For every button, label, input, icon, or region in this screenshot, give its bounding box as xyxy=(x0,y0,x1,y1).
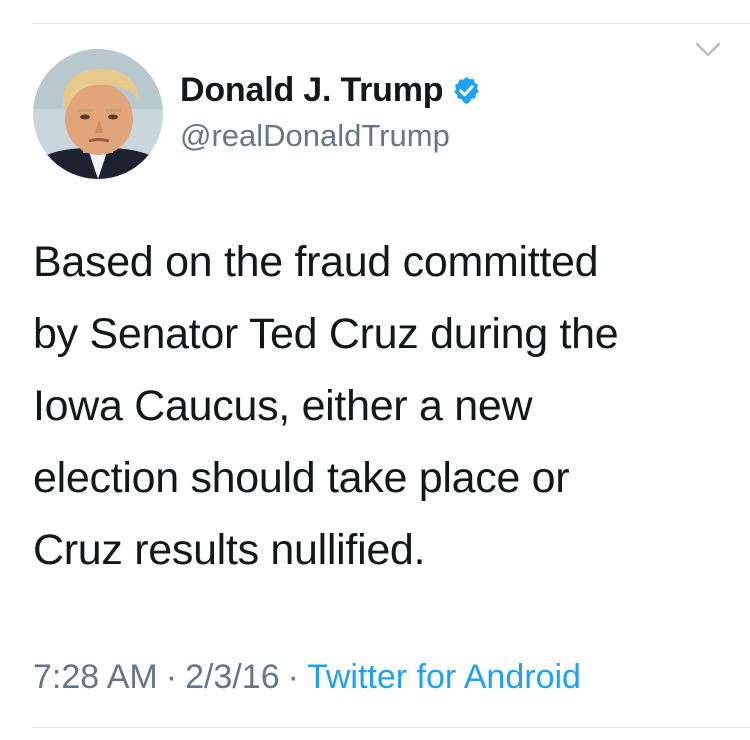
avatar-image xyxy=(33,49,163,179)
top-divider xyxy=(32,23,750,24)
author-handle[interactable]: @realDonaldTrump xyxy=(180,118,450,154)
tweet-text-line: Iowa Caucus, either a new xyxy=(33,382,533,430)
tweet-card: Donald J. Trump @realDonaldTrump Based o… xyxy=(0,0,750,740)
tweet-date[interactable]: 2/3/16 xyxy=(185,658,280,696)
tweet-text: Based on the fraud committed by Senator … xyxy=(33,226,723,586)
tweet-text-line: by Senator Ted Cruz during the xyxy=(33,310,619,358)
tweet-text-line: Based on the fraud committed xyxy=(33,238,599,286)
author-name-row[interactable]: Donald J. Trump xyxy=(180,70,482,110)
tweet-source-link[interactable]: Twitter for Android xyxy=(307,658,581,696)
bottom-divider xyxy=(32,727,750,728)
tweet-time[interactable]: 7:28 AM xyxy=(33,658,158,696)
meta-separator: · xyxy=(287,658,299,696)
verified-badge-icon xyxy=(454,76,480,104)
author-avatar[interactable] xyxy=(33,49,163,179)
tweet-text-line: election should take place or xyxy=(33,454,570,502)
author-display-name: Donald J. Trump xyxy=(180,70,444,109)
tweet-text-line: Cruz results nullified. xyxy=(33,526,426,574)
meta-separator: · xyxy=(165,658,178,696)
tweet-meta: 7:28 AM · 2/3/16 · Twitter for Android xyxy=(33,658,581,697)
chevron-down-icon[interactable] xyxy=(695,41,721,59)
